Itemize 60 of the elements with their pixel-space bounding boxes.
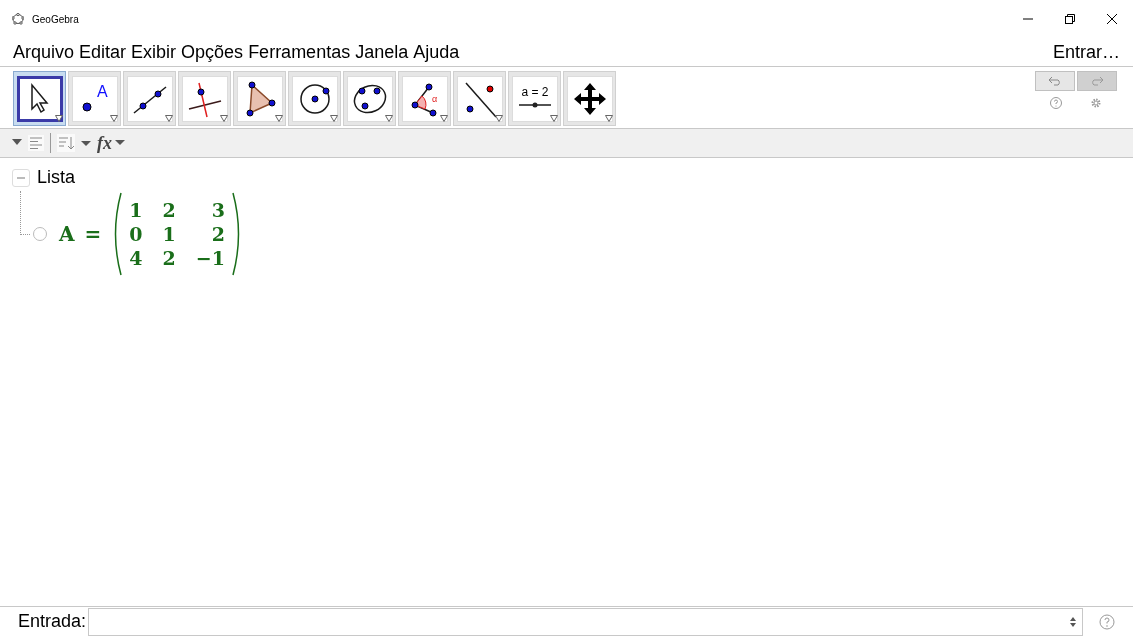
dropdown-triangle-icon bbox=[110, 115, 118, 122]
dropdown-triangle-icon bbox=[385, 115, 393, 122]
dropdown-triangle-icon bbox=[275, 115, 283, 122]
matrix-entry: 3 bbox=[210, 198, 225, 222]
caret-icon bbox=[115, 140, 125, 146]
dropdown-triangle-icon bbox=[440, 115, 448, 122]
dropdown-triangle-icon bbox=[550, 115, 558, 122]
tool-button[interactable] bbox=[343, 71, 396, 126]
group-label: Lista bbox=[37, 166, 76, 189]
matrix-entry: 1 bbox=[129, 198, 143, 222]
tool-button[interactable] bbox=[13, 71, 66, 126]
matrix-entry: 4 bbox=[129, 246, 143, 270]
collapse-triangle-icon[interactable] bbox=[12, 139, 22, 147]
object-name: A bbox=[59, 221, 75, 248]
app-logo-icon bbox=[12, 13, 24, 25]
tool-button[interactable] bbox=[288, 71, 341, 126]
tool-button[interactable]: α bbox=[398, 71, 451, 126]
dropdown-triangle-icon bbox=[495, 115, 503, 122]
tool-button[interactable] bbox=[453, 71, 506, 126]
dropdown-triangle-icon bbox=[220, 115, 228, 122]
dropdown-triangle-icon bbox=[165, 115, 173, 122]
dropdown-triangle-icon bbox=[330, 115, 338, 122]
close-icon[interactable] bbox=[1107, 14, 1117, 24]
restore-icon[interactable] bbox=[1065, 14, 1075, 24]
matrix-entry: 2 bbox=[162, 246, 176, 270]
menu-item[interactable]: Arquivo bbox=[13, 38, 75, 66]
collapse-toggle[interactable] bbox=[12, 168, 30, 187]
matrix-entry: 0 bbox=[129, 222, 143, 246]
matrix-entry: 2 bbox=[162, 198, 176, 222]
menu-item[interactable]: Editar bbox=[79, 38, 127, 66]
help-icon[interactable] bbox=[1050, 97, 1062, 109]
window-title: GeoGebra bbox=[32, 12, 79, 27]
input-label: Entrada: bbox=[18, 610, 87, 633]
sort-icon[interactable] bbox=[57, 134, 91, 152]
equals-sign: = bbox=[84, 221, 102, 248]
matrix-entry: 1 bbox=[162, 222, 176, 246]
dropdown-triangle-icon bbox=[55, 115, 63, 122]
tool-button[interactable]: A bbox=[68, 71, 121, 126]
spinner-icon[interactable] bbox=[1070, 616, 1076, 627]
dropdown-triangle-icon bbox=[605, 115, 613, 122]
function-menu[interactable]: fx bbox=[97, 129, 125, 157]
description-icon[interactable] bbox=[28, 135, 44, 151]
visibility-toggle[interactable] bbox=[33, 227, 47, 241]
tool-button[interactable] bbox=[178, 71, 231, 126]
menu-item[interactable]: Exibir bbox=[131, 38, 177, 66]
menu-item[interactable]: Opções bbox=[181, 38, 244, 66]
menu-item[interactable]: Janela bbox=[355, 38, 409, 66]
tool-button[interactable] bbox=[123, 71, 176, 126]
menu-item[interactable]: Ajuda bbox=[413, 38, 460, 66]
sign-in-link[interactable]: Entrar… bbox=[1052, 38, 1120, 66]
matrix-entry: −1 bbox=[195, 246, 225, 270]
tool-button[interactable] bbox=[233, 71, 286, 126]
tool-button[interactable]: a = 2 bbox=[508, 71, 561, 126]
input-field[interactable] bbox=[88, 607, 1083, 636]
matrix-entry: 2 bbox=[210, 222, 225, 246]
redo-arrow-icon bbox=[1090, 76, 1104, 86]
menu-item[interactable]: Ferramentas bbox=[248, 38, 351, 66]
tool-button[interactable] bbox=[563, 71, 616, 126]
settings-icon[interactable] bbox=[1090, 97, 1102, 109]
undo-arrow-icon bbox=[1048, 76, 1062, 86]
